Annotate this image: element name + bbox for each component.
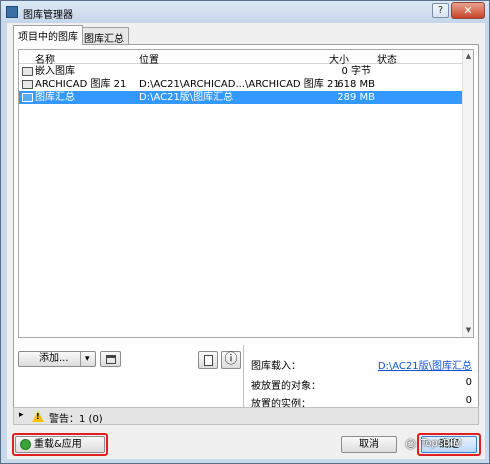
warning-exclamation: ! [36, 412, 40, 421]
column-location[interactable]: 位置 [139, 51, 159, 66]
placed-objects-value: 0 [465, 377, 472, 388]
row-size: 618 MB [337, 79, 375, 90]
library-load-label: 图库载入： [251, 361, 301, 372]
add-button[interactable]: 添加... ▾ [18, 351, 96, 367]
library-list[interactable]: 名称 位置 大小 状态 嵌入图库 0 字节 ARCHICAD 图库 21 D:\… [18, 49, 474, 338]
library-report-button[interactable] [198, 351, 218, 369]
folder-icon [22, 80, 33, 89]
folder-icon [22, 93, 33, 102]
tab-label: 项目中的图库 [18, 32, 78, 43]
embedded-library-icon [22, 67, 33, 76]
row-name: 嵌入图库 [35, 66, 75, 77]
info-divider [243, 345, 244, 409]
tab-library-container[interactable]: 图库汇总 [79, 27, 129, 45]
dialog-client: 项目中的图库 图库汇总 名称 位置 大小 状态 嵌入图库 0 字节 ARCHIC… [7, 23, 485, 459]
vertical-scrollbar[interactable]: ▲ ▼ [462, 50, 473, 337]
column-status[interactable]: 状态 [377, 51, 397, 66]
info-button[interactable]: ⓘ [221, 351, 241, 369]
library-load-link[interactable]: D:\AC21版\图库汇总 [378, 357, 472, 372]
help-button[interactable]: ? [432, 3, 449, 18]
column-size[interactable]: 大小 [329, 51, 349, 66]
dropdown-arrow-icon[interactable]: ▾ [85, 352, 90, 366]
row-location: D:\AC21版\图库汇总 [139, 92, 234, 103]
warnings-bar[interactable]: ▸ ! 警告：1 (0) [13, 407, 479, 425]
list-row[interactable]: ARCHICAD 图库 21 D:\AC21\ARCHICAD...\ARCHI… [19, 78, 463, 91]
row-location: D:\AC21\ARCHICAD...\ARCHICAD 图库 21 [139, 79, 340, 90]
split-divider [80, 352, 81, 366]
tab-panel: 名称 位置 大小 状态 嵌入图库 0 字节 ARCHICAD 图库 21 D:\… [13, 44, 479, 413]
placed-objects-label: 被放置的对象： [251, 381, 321, 392]
row-size: 289 MB [337, 92, 375, 103]
library-manager-window: 图库管理器 ? ✕ 项目中的图库 图库汇总 名称 位置 大小 状态 嵌入图库 0… [0, 0, 490, 464]
row-size: 0 字节 [341, 66, 371, 77]
remove-library-button[interactable] [100, 351, 121, 367]
list-row-selected[interactable]: 图库汇总 D:\AC21版\图库汇总 289 MB [19, 91, 463, 104]
watermark-text: TopsBIM [421, 438, 462, 449]
list-row[interactable]: 嵌入图库 0 字节 [19, 65, 463, 78]
column-name[interactable]: 名称 [35, 51, 55, 66]
cancel-button[interactable]: 取消 [341, 436, 397, 453]
row-name: ARCHICAD 图库 21 [35, 79, 127, 90]
watermark: ☺ TopsBIM [405, 435, 477, 455]
remove-library-icon [106, 355, 116, 364]
tab-project-libraries[interactable]: 项目中的图库 [13, 25, 83, 45]
placed-instances-value: 0 [465, 395, 472, 406]
row-name: 图库汇总 [35, 92, 75, 103]
info-icon: ⓘ [224, 352, 238, 367]
scroll-up-icon[interactable]: ▲ [465, 53, 472, 60]
expand-arrow-icon[interactable]: ▸ [19, 410, 24, 420]
add-button-label: 添加... [39, 353, 69, 364]
list-header: 名称 位置 大小 状态 [19, 50, 463, 66]
scroll-down-icon[interactable]: ▼ [465, 327, 472, 334]
title-bar[interactable]: 图库管理器 ? ✕ [1, 1, 489, 23]
close-button[interactable]: ✕ [451, 2, 485, 19]
highlight-reload-apply [12, 433, 108, 456]
wechat-icon: ☺ [405, 438, 417, 451]
library-manager-icon [6, 6, 18, 18]
warnings-label: 警告：1 (0) [49, 414, 103, 425]
cancel-label: 取消 [359, 439, 379, 450]
document-icon [204, 355, 213, 366]
window-title: 图库管理器 [23, 10, 73, 21]
